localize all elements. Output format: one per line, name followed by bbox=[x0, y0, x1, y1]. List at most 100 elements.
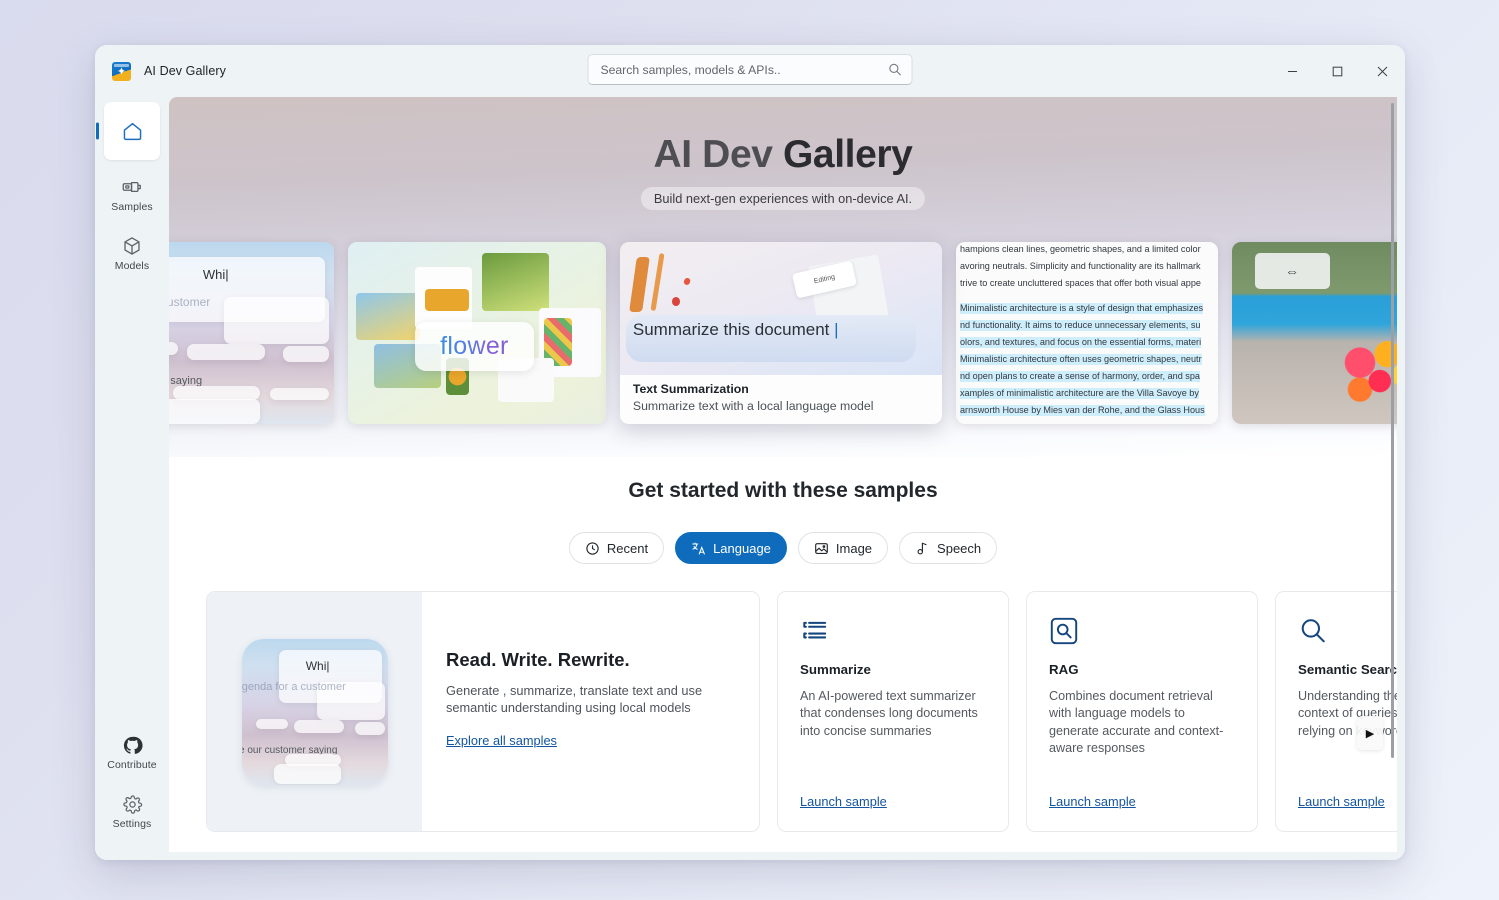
explore-all-samples-link[interactable]: Explore all samples bbox=[446, 733, 735, 748]
doc-line: olors, and textures, and focus on the es… bbox=[960, 337, 1201, 348]
featured-thumbnail: Whi| agenda for a customer re our custom… bbox=[207, 592, 422, 831]
launch-sample-link[interactable]: Launch sample bbox=[800, 794, 887, 809]
thumb-typed-text: Whi| bbox=[306, 659, 330, 673]
sidebar-item-samples[interactable]: Samples bbox=[104, 169, 160, 219]
launch-sample-link[interactable]: Launch sample bbox=[1298, 794, 1385, 809]
rag-search-box-icon bbox=[1049, 616, 1235, 649]
titlebar-left: AI Dev Gallery bbox=[95, 62, 226, 81]
sample-card-semantic-search[interactable]: Semantic Search Understanding the meanin… bbox=[1275, 591, 1397, 832]
gear-icon bbox=[122, 794, 143, 815]
carousel-item-summarize[interactable]: Editing Summarize this document | Text S… bbox=[620, 242, 942, 424]
tab-label: Language bbox=[713, 541, 771, 556]
window-controls bbox=[1270, 45, 1405, 97]
card-description: Combines document retrieval with languag… bbox=[1049, 688, 1235, 758]
launch-sample-link[interactable]: Launch sample bbox=[1049, 794, 1136, 809]
cards-next-button[interactable]: ▶ bbox=[1357, 716, 1383, 750]
carousel-item-chat-assistant[interactable]: Whi| agenda for a customer re our custom… bbox=[169, 242, 334, 424]
carousel-item-document-highlight[interactable]: hampions clean lines, geometric shapes, … bbox=[956, 242, 1218, 424]
image-icon bbox=[814, 541, 829, 556]
featured-description: Generate , summarize, translate text and… bbox=[446, 682, 735, 716]
suggestion-title: Text Summarization bbox=[633, 382, 749, 396]
sidebar-item-models[interactable]: Models bbox=[104, 228, 160, 278]
search-icon[interactable] bbox=[888, 62, 903, 77]
tab-speech[interactable]: Speech bbox=[899, 532, 997, 564]
hero-title-dark: Gallery bbox=[783, 133, 912, 176]
carousel-item-image-segmentation[interactable]: ⇔ bbox=[1232, 242, 1397, 424]
samples-icon bbox=[121, 176, 143, 198]
sample-card-rag[interactable]: RAG Combines document retrieval with lan… bbox=[1026, 591, 1258, 832]
document-text-highlight-screenshot: hampions clean lines, geometric shapes, … bbox=[956, 242, 1218, 424]
close-icon bbox=[1377, 66, 1388, 77]
sidebar-item-contribute[interactable]: Contribute bbox=[104, 728, 160, 778]
category-tabs: Recent Language bbox=[169, 532, 1397, 564]
sidebar-item-label: Contribute bbox=[107, 759, 156, 771]
image-segmentation-screenshot: ⇔ bbox=[1232, 242, 1397, 424]
tab-image[interactable]: Image bbox=[798, 532, 888, 564]
chat-assistant-screenshot: Whi| agenda for a customer re our custom… bbox=[169, 242, 334, 424]
minimize-icon bbox=[1287, 66, 1298, 77]
tab-label: Image bbox=[836, 541, 872, 556]
maximize-icon bbox=[1332, 66, 1343, 77]
github-icon bbox=[122, 735, 143, 756]
summarize-document-screenshot: Editing Summarize this document | Text S… bbox=[620, 242, 942, 424]
navigation-sidebar: Samples Models Contribute bbox=[95, 97, 169, 860]
sidebar-item-home[interactable] bbox=[104, 102, 160, 160]
card-title: RAG bbox=[1049, 662, 1235, 677]
sample-cards-row: Whi| agenda for a customer re our custom… bbox=[169, 591, 1397, 832]
chat-typed-text: Whi| bbox=[203, 267, 229, 282]
samples-section: Get started with these samples Recent bbox=[169, 457, 1397, 832]
title-bar: AI Dev Gallery bbox=[95, 45, 1405, 97]
doc-line: arnsworth House by Mies van der Rohe, an… bbox=[960, 405, 1205, 416]
search-container bbox=[588, 54, 913, 85]
card-title: Semantic Search bbox=[1298, 662, 1397, 677]
doc-line: Minimalistic architecture is a style of … bbox=[960, 303, 1203, 314]
models-icon bbox=[121, 235, 143, 257]
app-title: AI Dev Gallery bbox=[144, 64, 226, 78]
doc-line: trive to create uncluttered spaces that … bbox=[960, 278, 1201, 289]
search-box[interactable] bbox=[588, 54, 913, 85]
resize-icon: ⇔ bbox=[1255, 253, 1330, 289]
featured-card[interactable]: Whi| agenda for a customer re our custom… bbox=[206, 591, 760, 832]
section-title: Get started with these samples bbox=[169, 479, 1397, 503]
sidebar-item-label: Samples bbox=[111, 201, 153, 213]
suggestion-dropdown[interactable]: Text Summarization Summarize text with a… bbox=[620, 375, 942, 424]
maximize-button[interactable] bbox=[1315, 45, 1360, 97]
hero-subtitle: Build next-gen experiences with on-devic… bbox=[641, 187, 925, 210]
sidebar-item-settings[interactable]: Settings bbox=[104, 787, 160, 837]
doc-line: hampions clean lines, geometric shapes, … bbox=[960, 244, 1201, 255]
translate-icon bbox=[691, 541, 706, 556]
minimize-button[interactable] bbox=[1270, 45, 1315, 97]
doc-line: nd functionality. It aims to reduce unne… bbox=[960, 320, 1200, 331]
card-title: Summarize bbox=[800, 662, 986, 677]
flower-bouquet bbox=[1327, 329, 1397, 413]
music-note-icon bbox=[915, 541, 930, 556]
tab-label: Speech bbox=[937, 541, 981, 556]
sidebar-item-label: Settings bbox=[113, 818, 152, 830]
carousel-item-flower-search[interactable]: flower bbox=[348, 242, 606, 424]
sidebar-item-label: Models bbox=[115, 260, 149, 272]
sample-card-summarize[interactable]: Summarize An AI-powered text summarizer … bbox=[777, 591, 1009, 832]
hero-carousel[interactable]: Whi| agenda for a customer re our custom… bbox=[169, 242, 1397, 437]
featured-body: Read. Write. Rewrite. Generate , summari… bbox=[422, 592, 759, 831]
app-window: AI Dev Gallery bbox=[95, 45, 1405, 860]
content-area: AI Dev Gallery Build next-gen experience… bbox=[169, 97, 1397, 852]
chevron-right-icon: ▶ bbox=[1366, 727, 1374, 740]
featured-title: Read. Write. Rewrite. bbox=[446, 649, 735, 671]
card-description: An AI-powered text summarizer that conde… bbox=[800, 688, 986, 740]
ai-gallery-icon bbox=[112, 62, 131, 81]
window-body: Samples Models Contribute bbox=[95, 97, 1405, 860]
tab-recent[interactable]: Recent bbox=[569, 532, 664, 564]
search-input[interactable] bbox=[601, 63, 888, 77]
flower-query-text: flower bbox=[440, 332, 509, 361]
suggestion-description: Summarize text with a local language mod… bbox=[633, 399, 874, 413]
thumb-ghost-text: agenda for a customer bbox=[242, 681, 346, 693]
close-button[interactable] bbox=[1360, 45, 1405, 97]
content-scrollbar[interactable] bbox=[1391, 103, 1394, 758]
tab-language[interactable]: Language bbox=[675, 532, 787, 564]
flower-semantic-search-screenshot: flower bbox=[348, 242, 606, 424]
summarize-list-icon bbox=[800, 616, 986, 649]
magnifier-icon bbox=[1298, 616, 1397, 649]
doc-line: nd open plans to create a sense of harmo… bbox=[960, 371, 1200, 382]
prompt-caret: | bbox=[834, 320, 838, 339]
prompt-text: Summarize this document | bbox=[633, 320, 839, 340]
